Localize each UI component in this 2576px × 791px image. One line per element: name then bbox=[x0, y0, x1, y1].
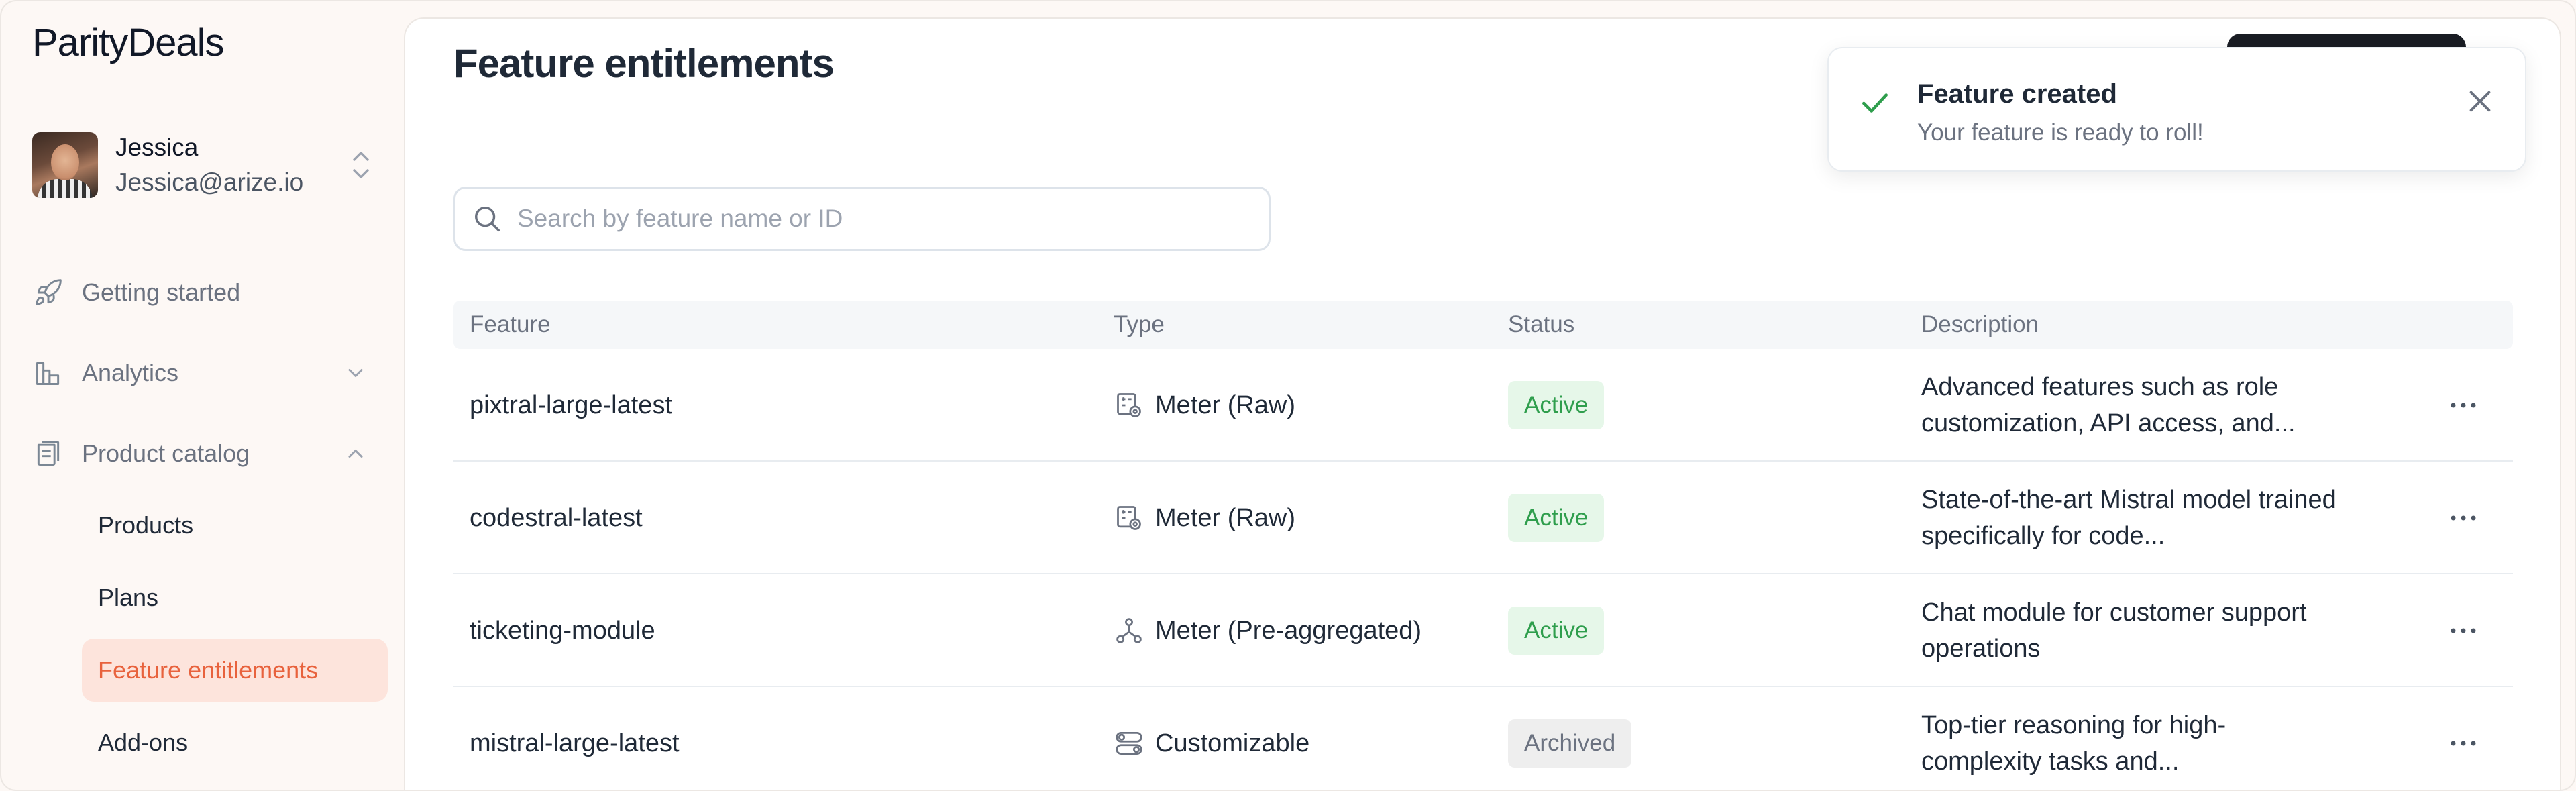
sidebar-subitem-plans[interactable]: Plans bbox=[82, 566, 388, 629]
chevron-up-icon[interactable] bbox=[343, 441, 368, 466]
status-badge: Active bbox=[1508, 381, 1605, 429]
sidebar-subitem-label: Products bbox=[98, 511, 194, 539]
toast-title: Feature created bbox=[1917, 79, 2117, 109]
feature-description: State-of-the-art Mistral model trained s… bbox=[1921, 486, 2337, 550]
avatar bbox=[32, 132, 98, 198]
feature-type-label: Customizable bbox=[1155, 729, 1310, 757]
row-actions-button[interactable] bbox=[2449, 462, 2478, 574]
table-row[interactable]: ticketing-module Meter (Pre-aggregated) bbox=[453, 574, 2513, 687]
row-actions-button[interactable] bbox=[2449, 349, 2478, 462]
more-horizontal-icon bbox=[2451, 515, 2476, 521]
chevron-down-icon[interactable] bbox=[343, 361, 368, 385]
aggregate-icon bbox=[1114, 615, 1144, 646]
sidebar-subitem-label: Plans bbox=[98, 584, 159, 611]
more-horizontal-icon bbox=[2451, 741, 2476, 746]
sidebar-item-product-catalog[interactable]: Product catalog bbox=[32, 427, 388, 480]
check-icon bbox=[1862, 93, 1888, 113]
feature-type-label: Meter (Raw) bbox=[1155, 503, 1296, 532]
sidebar: ParityDeals Jessica Jessica@arize.io Get… bbox=[1, 1, 404, 790]
rocket-icon bbox=[32, 276, 64, 309]
feature-type: Customizable bbox=[1114, 687, 1310, 790]
feature-name: pixtral-large-latest bbox=[470, 390, 672, 419]
table-header: Feature Type Status Description bbox=[453, 301, 2513, 349]
sidebar-item-getting-started[interactable]: Getting started bbox=[32, 266, 388, 319]
status-cell: Archived bbox=[1508, 687, 1632, 790]
sidebar-subitem-products[interactable]: Products bbox=[82, 494, 388, 557]
row-actions-button[interactable] bbox=[2449, 574, 2478, 687]
table-row[interactable]: codestral-latest Meter (Raw) Active Stat… bbox=[453, 462, 2513, 574]
user-email: Jessica@arize.io bbox=[115, 168, 304, 196]
user-switcher[interactable]: Jessica Jessica@arize.io bbox=[32, 130, 374, 200]
feature-name: mistral-large-latest bbox=[470, 729, 680, 757]
sidebar-subitem-feature-entitlements[interactable]: Feature entitlements bbox=[82, 639, 388, 702]
feature-type: Meter (Raw) bbox=[1114, 462, 1295, 574]
sidebar-subitem-label: Feature entitlements bbox=[98, 656, 319, 684]
app-logo[interactable]: ParityDeals bbox=[32, 20, 225, 65]
meter-icon bbox=[1114, 503, 1144, 533]
header-type[interactable]: Type bbox=[1114, 311, 1165, 338]
catalog-icon bbox=[32, 437, 64, 470]
sidebar-item-label: Product catalog bbox=[82, 439, 250, 467]
search-input[interactable] bbox=[517, 205, 1242, 233]
sidebar-subitem-add-ons[interactable]: Add-ons bbox=[82, 711, 388, 774]
more-horizontal-icon bbox=[2451, 403, 2476, 408]
feature-type: Meter (Raw) bbox=[1114, 349, 1295, 462]
sidebar-subitem-label: Add-ons bbox=[98, 729, 189, 756]
header-status[interactable]: Status bbox=[1508, 311, 1574, 338]
status-badge: Active bbox=[1508, 494, 1605, 542]
feature-type-label: Meter (Pre-aggregated) bbox=[1155, 616, 1422, 645]
table-row[interactable]: mistral-large-latest Customizable Archiv… bbox=[453, 687, 2513, 790]
row-actions-button[interactable] bbox=[2449, 687, 2478, 790]
toast-notification: Feature created Your feature is ready to… bbox=[1827, 47, 2526, 172]
more-horizontal-icon bbox=[2451, 628, 2476, 633]
sidebar-item-analytics[interactable]: Analytics bbox=[32, 346, 388, 400]
page-title: Feature entitlements bbox=[453, 41, 835, 86]
close-icon[interactable] bbox=[2465, 86, 2496, 117]
search-box[interactable] bbox=[453, 187, 1271, 251]
feature-description: Advanced features such as role customiza… bbox=[1921, 373, 2296, 437]
meter-icon bbox=[1114, 390, 1144, 421]
toast-message: Your feature is ready to roll! bbox=[1917, 119, 2204, 146]
feature-description: Top-tier reasoning for high-complexity t… bbox=[1921, 711, 2226, 776]
status-badge: Archived bbox=[1508, 719, 1632, 768]
table-row[interactable]: pixtral-large-latest Meter (Raw) Active … bbox=[453, 349, 2513, 462]
chevron-updown-icon[interactable] bbox=[347, 145, 374, 185]
feature-description: Chat module for customer support operati… bbox=[1921, 598, 2307, 663]
app-window: ParityDeals Jessica Jessica@arize.io Get… bbox=[0, 0, 2576, 791]
feature-name: ticketing-module bbox=[470, 616, 655, 645]
status-cell: Active bbox=[1508, 349, 1605, 462]
sidebar-item-label: Analytics bbox=[82, 359, 179, 386]
feature-type: Meter (Pre-aggregated) bbox=[1114, 574, 1421, 687]
search-icon bbox=[474, 206, 500, 231]
header-description[interactable]: Description bbox=[1921, 311, 2039, 338]
status-badge: Active bbox=[1508, 607, 1605, 655]
toggle-icon bbox=[1114, 728, 1144, 759]
user-name: Jessica bbox=[115, 134, 199, 161]
features-table: Feature Type Status Description pixtral-… bbox=[453, 301, 2513, 790]
chart-icon bbox=[32, 357, 64, 389]
sidebar-item-label: Getting started bbox=[82, 278, 241, 306]
header-feature[interactable]: Feature bbox=[470, 311, 551, 338]
feature-name: codestral-latest bbox=[470, 503, 643, 532]
status-cell: Active bbox=[1508, 574, 1605, 687]
feature-type-label: Meter (Raw) bbox=[1155, 390, 1296, 419]
status-cell: Active bbox=[1508, 462, 1605, 574]
